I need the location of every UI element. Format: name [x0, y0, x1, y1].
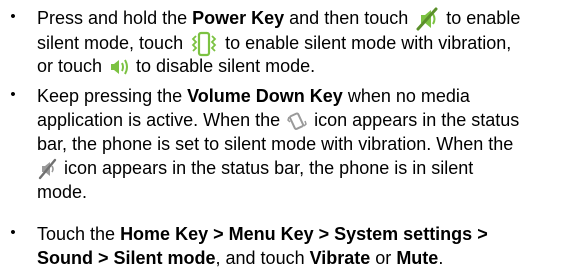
text-run: application is active. When the	[37, 110, 286, 130]
bold-term: Vibrate	[309, 248, 371, 268]
text-run: .	[438, 248, 444, 268]
bold-term: Volume Down Key	[187, 86, 343, 106]
text-run: or	[370, 248, 397, 268]
text-run: Touch the	[37, 224, 121, 244]
text-line: Press and hold the Power Key and then to…	[37, 6, 582, 32]
text-run: silent mode, touch	[37, 32, 189, 53]
text-run: when no media	[342, 86, 470, 106]
speaker-icon	[108, 56, 130, 78]
text-run: to disable silent mode.	[131, 56, 316, 76]
bold-term: Mute	[396, 248, 439, 268]
text-line: silent mode, touch to enable silent mode…	[37, 30, 582, 57]
text-run: to enable	[441, 8, 521, 28]
text-line: Touch the Home Key > Menu Key > System s…	[37, 222, 582, 246]
list-item-text: Keep pressing the Volume Down Key when n…	[37, 84, 582, 204]
bullet: •	[10, 8, 16, 25]
text-run: , and touch	[215, 248, 310, 268]
text-run: bar, the phone is set to silent mode wit…	[37, 134, 514, 154]
vibrate-icon	[189, 30, 219, 58]
instruction-list: • Press and hold the Power Key and then …	[0, 0, 584, 275]
silent-status-icon	[38, 158, 58, 180]
text-line: Keep pressing the Volume Down Key when n…	[37, 84, 582, 108]
text-line: Sound > Silent mode, and touch Vibrate o…	[37, 246, 582, 270]
vibrate-status-icon	[286, 110, 308, 132]
bold-term: Power Key	[192, 8, 285, 28]
text-run: to enable silent mode with vibration,	[220, 32, 512, 53]
text-line: bar, the phone is set to silent mode wit…	[37, 132, 582, 156]
text-line: icon appears in the status bar, the phon…	[37, 156, 582, 180]
text-run: or touch	[37, 56, 108, 76]
text-run: icon appears in the status bar, the phon…	[59, 158, 474, 178]
text-line: or touch to disable silent mode.	[37, 54, 582, 78]
text-run: Keep pressing the	[37, 86, 188, 106]
list-item-text: Touch the Home Key > Menu Key > System s…	[37, 222, 582, 270]
text-line: application is active. When the icon app…	[37, 108, 582, 132]
bullet: •	[10, 224, 16, 241]
text-run: mode.	[37, 182, 88, 202]
bold-term: Sound > Silent mode	[37, 248, 216, 268]
text-run: icon appears in the status	[309, 110, 520, 130]
text-line: mode.	[37, 180, 582, 204]
bullet: •	[10, 86, 16, 103]
bold-term: Home Key > Menu Key > System settings >	[120, 224, 488, 244]
list-item-text: Press and hold the Power Key and then to…	[37, 6, 582, 78]
text-run: and then touch	[284, 8, 414, 28]
silent-icon	[414, 6, 440, 32]
text-run: Press and hold the	[37, 8, 193, 28]
